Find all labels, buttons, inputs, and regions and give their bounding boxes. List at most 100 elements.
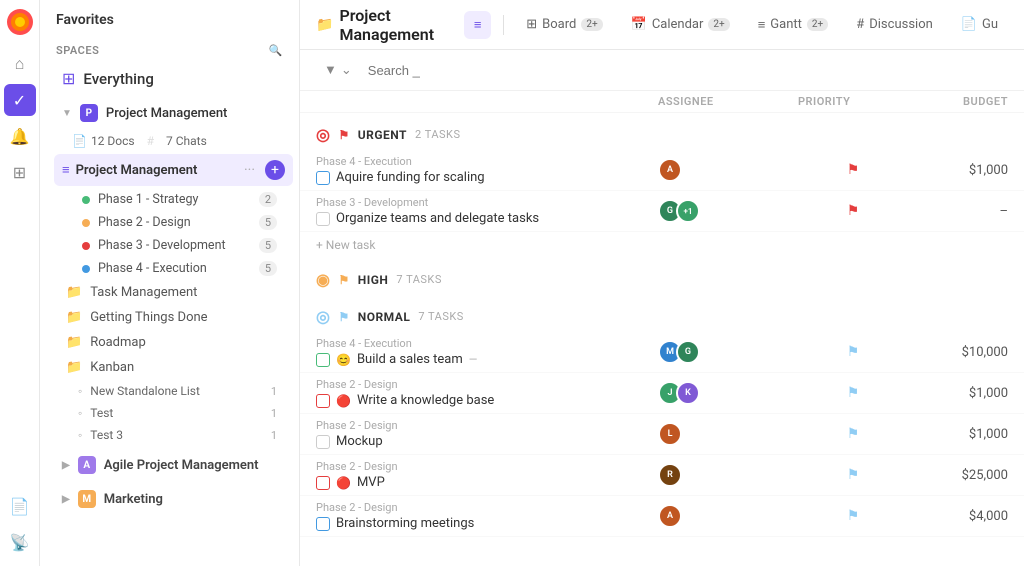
priority-flag-icon: ⚑ (847, 467, 860, 483)
filter-button[interactable]: ▼ ⌄ (316, 58, 360, 82)
sidebar-item-everything[interactable]: ⊞ Everything (46, 63, 293, 94)
board-icon: ⊞ (526, 17, 537, 32)
sidebar: Favorites Spaces 🔍 ⊞ Everything ▼ P Proj… (40, 0, 300, 566)
discussion-icon: # (856, 17, 864, 32)
test-count: 1 (271, 407, 277, 420)
phases-list: Phase 1 - Strategy 2 Phase 2 - Design 5 … (40, 188, 299, 280)
sidebar-phase-item[interactable]: Phase 4 - Execution 5 (46, 257, 293, 280)
sidebar-docs-item[interactable]: 📄 12 Docs (72, 134, 135, 148)
task-budget: $10,000 (908, 345, 1008, 360)
task-name: Mockup (316, 434, 658, 449)
task-checkbox[interactable] (316, 435, 330, 449)
priority-flag-icon: ⚑ (847, 508, 860, 524)
task-checkbox[interactable] (316, 212, 330, 226)
add-button[interactable]: + (265, 160, 285, 180)
urgent-status-icon: ◎ (316, 125, 330, 144)
task-budget: $1,000 (908, 386, 1008, 401)
roadmap-folder[interactable]: 📁 Roadmap (46, 330, 293, 355)
task-row[interactable]: Phase 2 - Design Brainstorming meetings … (300, 496, 1024, 537)
task-row[interactable]: Phase 2 - Design Mockup L ⚑ $1,000 (300, 414, 1024, 455)
task-phase: Phase 2 - Design (316, 419, 658, 432)
agile-space-header[interactable]: ▶ A Agile Project Management (46, 450, 293, 480)
urgent-flag-icon: ⚑ (338, 128, 349, 142)
task-name: 🔴 MVP (316, 475, 658, 490)
task-col-header (316, 95, 658, 108)
topbar-divider (503, 15, 504, 35)
task-row[interactable]: Phase 4 - Execution 😊 Build a sales team… (300, 332, 1024, 373)
list-view-tab[interactable]: ≡ (464, 11, 492, 39)
priority-flag-icon: ⚑ (847, 385, 860, 401)
list-bullet-icon-3: ◦ (78, 428, 82, 442)
avatar: L (658, 422, 682, 446)
sidebar-item-project-management-toggle[interactable]: ▼ P Project Management (46, 98, 293, 128)
task-list: ASSIGNEE PRIORITY BUDGET ◎ ⚑ URGENT 2 TA… (300, 91, 1024, 566)
new-task-urgent[interactable]: + New task (300, 232, 1024, 258)
task-checkbox[interactable] (316, 394, 330, 408)
search-input[interactable] (368, 63, 1008, 78)
folder-icon: 📁 (66, 285, 82, 300)
topbar-title: 📁 Project Management (316, 6, 452, 44)
check-icon[interactable]: ✓ (4, 84, 36, 116)
folder-icon-3: 📁 (66, 335, 82, 350)
search-spaces-icon[interactable]: 🔍 (269, 44, 283, 57)
gantt-tab[interactable]: ≡ Gantt 2+ (748, 11, 839, 39)
column-headers: ASSIGNEE PRIORITY BUDGET (300, 91, 1024, 113)
task-assignees: M G (658, 340, 798, 364)
task-row[interactable]: Phase 3 - Development Organize teams and… (300, 191, 1024, 232)
task-priority: ⚑ (798, 162, 908, 178)
project-icon: P (80, 104, 98, 122)
more-options-icon[interactable]: ··· (240, 160, 259, 180)
phase-label: Phase 1 - Strategy (98, 192, 198, 207)
marketing-space-header[interactable]: ▶ M Marketing (46, 484, 293, 514)
list-bullet-icon: ◦ (78, 384, 82, 398)
normal-section-header[interactable]: ◎ ⚑ NORMAL 7 TASKS (300, 295, 1024, 332)
kanban-folder[interactable]: 📁 Kanban (46, 355, 293, 380)
task-assignees: G +1 (658, 199, 798, 223)
task-name: 😊 Build a sales team — (316, 352, 658, 367)
grid-icon[interactable]: ⊞ (4, 156, 36, 188)
urgent-section-header[interactable]: ◎ ⚑ URGENT 2 TASKS (300, 113, 1024, 150)
calendar-tab[interactable]: 📅 Calendar 2+ (621, 11, 740, 38)
task-budget: $25,000 (908, 468, 1008, 483)
task-checkbox[interactable] (316, 171, 330, 185)
board-tab[interactable]: ⊞ Board 2+ (516, 11, 612, 38)
sidebar-phase-item[interactable]: Phase 3 - Development 5 (46, 234, 293, 257)
app-logo (6, 8, 34, 36)
task-management-folder[interactable]: 📁 Task Management (46, 280, 293, 305)
sidebar-phase-item[interactable]: Phase 2 - Design 5 (46, 211, 293, 234)
topbar: 📁 Project Management ≡ ⊞ Board 2+ 📅 Cale… (300, 0, 1024, 50)
task-priority: ⚑ (798, 467, 908, 483)
task-checkbox[interactable] (316, 517, 330, 531)
task-row[interactable]: Phase 2 - Design 🔴 MVP R ⚑ $25,000 (300, 455, 1024, 496)
test3-count: 1 (271, 429, 277, 442)
task-priority: ⚑ (798, 344, 908, 360)
home-icon[interactable]: ⌂ (4, 48, 36, 80)
task-row[interactable]: Phase 4 - Execution Aquire funding for s… (300, 150, 1024, 191)
gantt-icon: ≡ (758, 17, 766, 33)
task-assignees: A (658, 504, 798, 528)
bell-icon[interactable]: 🔔 (4, 120, 36, 152)
sidebar-doc-chat-row: 📄 12 Docs # 7 Chats (40, 130, 299, 152)
wifi-icon[interactable]: 📡 (4, 526, 36, 558)
sidebar-phase-item[interactable]: Phase 1 - Strategy 2 (46, 188, 293, 211)
task-row[interactable]: Phase 2 - Design 🔴 Write a knowledge bas… (300, 373, 1024, 414)
test-list-item[interactable]: ◦ Test 1 (46, 402, 293, 424)
list-icon: ≡ (62, 162, 70, 178)
standalone-list-item[interactable]: ◦ New Standalone List 1 (46, 380, 293, 402)
phase-count: 5 (259, 215, 277, 230)
task-assignees: A (658, 158, 798, 182)
test3-list-item[interactable]: ◦ Test 3 1 (46, 424, 293, 446)
sidebar-active-pm[interactable]: ≡ Project Management ··· + (54, 154, 293, 186)
discussion-tab[interactable]: # Discussion (846, 11, 943, 38)
task-checkbox[interactable] (316, 353, 330, 367)
sidebar-chats-item[interactable]: 7 Chats (166, 134, 207, 148)
folder-title-icon: 📁 (316, 17, 333, 33)
page-icon[interactable]: 📄 (4, 490, 36, 522)
task-checkbox[interactable] (316, 476, 330, 490)
avatar: A (658, 504, 682, 528)
getting-things-done-folder[interactable]: 📁 Getting Things Done (46, 305, 293, 330)
task-priority: ⚑ (798, 203, 908, 219)
high-section-header[interactable]: ◉ ⚑ HIGH 7 TASKS (300, 258, 1024, 295)
high-flag-icon: ⚑ (338, 273, 349, 287)
guide-tab[interactable]: 📄 Gu (951, 11, 1008, 38)
